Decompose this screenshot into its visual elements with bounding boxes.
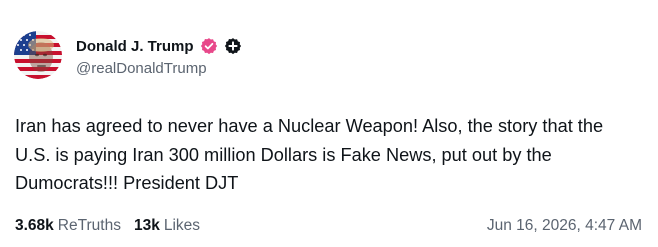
avatar-image xyxy=(14,31,62,79)
verified-badge-icon xyxy=(200,37,218,55)
retruths-stat[interactable]: 3.68k ReTruths xyxy=(15,217,121,235)
plus-badge-icon xyxy=(224,37,242,55)
author-name-row: Donald J. Trump xyxy=(76,36,242,56)
retruths-label: ReTruths xyxy=(57,217,121,234)
likes-stat[interactable]: 13k Likes xyxy=(134,217,200,235)
avatar[interactable] xyxy=(14,31,62,79)
likes-count: 13k xyxy=(133,217,160,234)
post-card: Donald J. Trump @realDonaldTrump Iran ha… xyxy=(0,0,658,247)
author-handle[interactable]: @realDonaldTrump xyxy=(76,60,207,77)
retruths-count: 3.68k xyxy=(15,217,54,234)
likes-label: Likes xyxy=(163,217,201,234)
post-text: Iran has agreed to never have a Nuclear … xyxy=(15,116,604,193)
post-timestamp[interactable]: Jun 16, 2026, 4:47 AM xyxy=(487,217,642,235)
author-display-name[interactable]: Donald J. Trump xyxy=(76,38,194,55)
post-footer: 3.68k ReTruths 13k Likes Jun 16, 2026, 4… xyxy=(15,215,642,237)
